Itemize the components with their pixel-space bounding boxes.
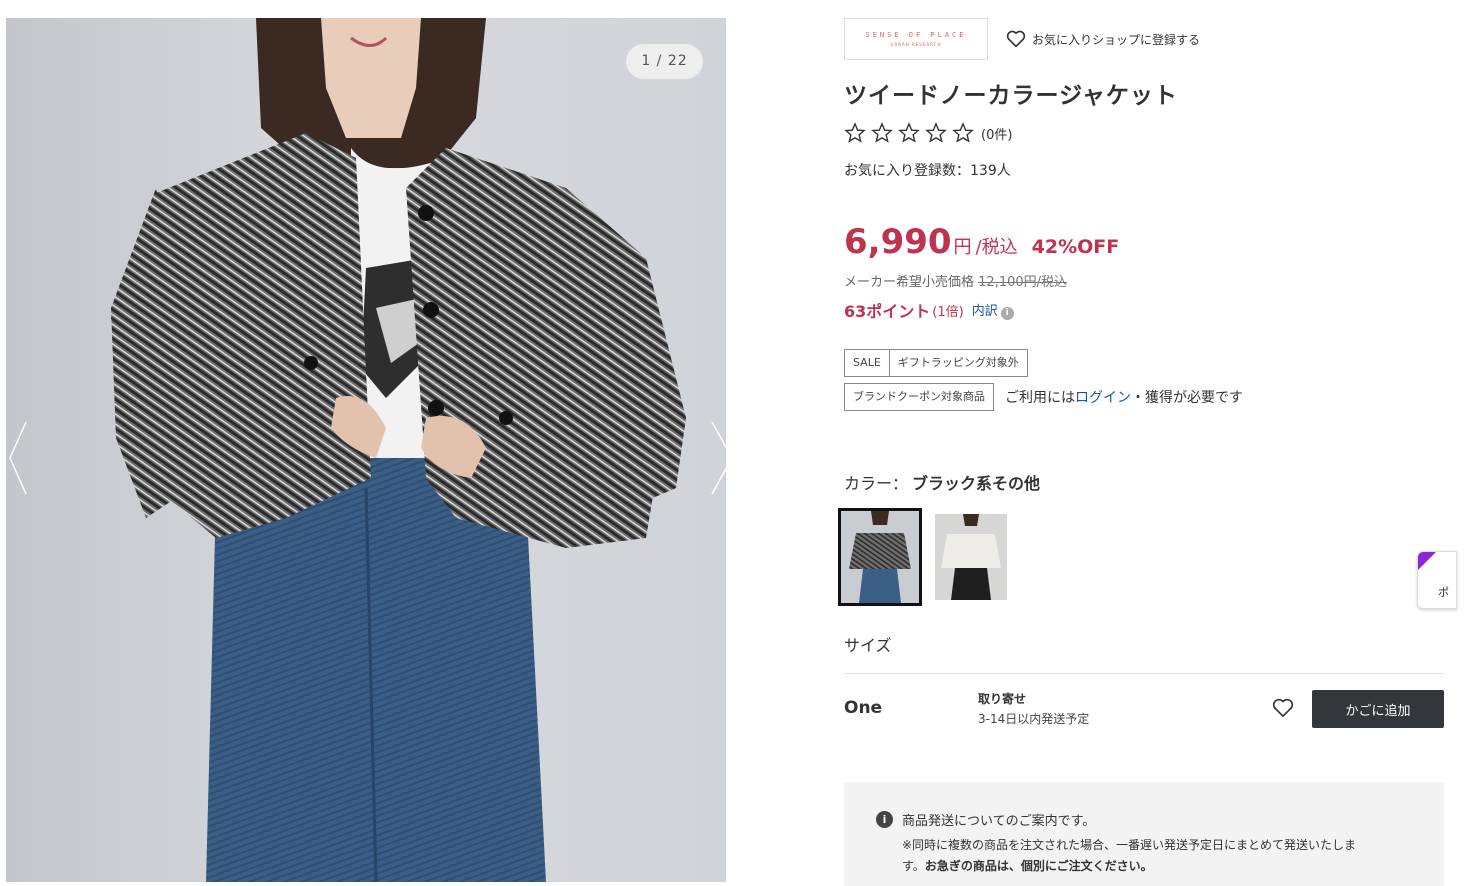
chevron-right-icon (711, 421, 726, 495)
notice-title-text: 商品発送についてのご案内です。 (902, 814, 1096, 829)
star-icon (871, 122, 893, 143)
sale-tag: SALE (844, 349, 890, 377)
side-widget-label: ポ (1438, 586, 1449, 599)
coupon-row: ブランドクーポン対象商品 ご利用にはログイン・獲得が必要です (844, 383, 1243, 411)
coupon-note-prefix: ご利用には (1005, 390, 1075, 406)
notice-line-2-prefix: す。 (902, 859, 925, 873)
coupon-note: ご利用にはログイン・獲得が必要です (1005, 387, 1243, 407)
notice-line-2-bold: お急ぎの商品は、個別にご注文ください。 (924, 859, 1153, 873)
star-rating (844, 122, 979, 144)
star-icon (952, 122, 974, 143)
size-label: サイズ (844, 636, 892, 655)
coupon-note-suffix: ・獲得が必要です (1131, 390, 1243, 406)
star-icon (844, 122, 866, 143)
image-counter: 1 / 22 (626, 44, 703, 79)
shipping-notice: i 商品発送についてのご案内です。 ※同時に複数の商品を注文された場合、一番遅い… (844, 782, 1444, 886)
add-to-cart-button[interactable]: かごに追加 (1312, 690, 1444, 728)
shipping-estimate: 3-14日以内発送予定 (978, 712, 1090, 726)
currency: 円 (953, 237, 972, 258)
msrp-value: 12,100円/税込 (978, 275, 1068, 290)
product-info: SENSE OF PLACE URBAN RESEARCH お気に入りショップに… (838, 18, 1444, 886)
previous-image-button[interactable] (6, 418, 36, 498)
product-photo (111, 18, 686, 882)
notice-line-1: ※同時に複数の商品を注文された場合、一番遅い発送予定日にまとめて発送いたしま (902, 838, 1357, 852)
favorite-item-button[interactable] (1272, 698, 1294, 722)
product-title: ツイードノーカラージャケット (844, 83, 1178, 109)
info-icon: i (876, 811, 893, 828)
favorite-count: お気に入り登録数：139人 (844, 163, 1011, 179)
notice-title: i 商品発送についてのご案内です。 (876, 810, 1412, 829)
rating[interactable]: (0件) (844, 122, 1012, 144)
msrp-label: メーカー希望小売価格 (844, 275, 975, 290)
brand-row: SENSE OF PLACE URBAN RESEARCH お気に入りショップに… (844, 18, 1444, 60)
brand-logo-subtext: URBAN RESEARCH (890, 42, 942, 47)
side-widget[interactable]: ポ (1417, 551, 1457, 609)
color-swatch-black[interactable] (838, 508, 922, 606)
color-label: カラー： ブラック系その他 (844, 470, 1040, 494)
points-row: 63ポイント (1倍) 内訳 i (844, 298, 1014, 322)
heart-icon (1006, 30, 1026, 48)
chevron-left-icon (9, 421, 27, 495)
points-detail-link[interactable]: 内訳 i (972, 300, 1014, 320)
next-image-button[interactable] (708, 418, 726, 498)
color-swatch-white[interactable] (935, 514, 1007, 600)
size-row: One 取り寄せ 3-14日以内発送予定 かごに追加 (844, 688, 1444, 730)
brand-coupon-tag: ブランドクーポン対象商品 (844, 383, 994, 411)
points: 63ポイント (844, 302, 931, 321)
points-multiplier: (1倍) (932, 304, 964, 320)
favorite-shop-label: お気に入りショップに登録する (1032, 32, 1201, 47)
color-label-prefix: カラー： (844, 474, 909, 493)
price-row: 6,990 円 /税込 42%OFF (844, 222, 1119, 262)
product-image-gallery[interactable]: 1 / 22 (6, 18, 726, 882)
favorite-shop-button[interactable]: お気に入りショップに登録する (1006, 30, 1200, 48)
info-icon: i (1000, 307, 1014, 320)
points-detail-label: 内訳 (971, 304, 998, 319)
star-icon (898, 122, 920, 143)
tax-label: /税込 (975, 237, 1018, 258)
brand-logo-text: SENSE OF PLACE (865, 31, 967, 39)
notice-body: ※同時に複数の商品を注文された場合、一番遅い発送予定日にまとめて発送いたしま す… (902, 835, 1412, 877)
divider (844, 673, 1444, 674)
star-icon (925, 122, 947, 143)
brand-logo[interactable]: SENSE OF PLACE URBAN RESEARCH (844, 18, 988, 60)
size-name: One (844, 698, 883, 718)
discount-rate: 42%OFF (1031, 236, 1120, 258)
stock-status: 取り寄せ (978, 692, 1027, 706)
gift-wrapping-tag: ギフトラッピング対象外 (889, 349, 1028, 377)
tag-list: SALE ギフトラッピング対象外 (844, 349, 1028, 377)
swatch-image-white (935, 514, 1007, 600)
review-count: (0件) (981, 127, 1013, 143)
selected-color: ブラック系その他 (912, 474, 1041, 493)
login-link[interactable]: ログイン (1075, 390, 1131, 406)
heart-icon (1272, 698, 1294, 717)
sale-price: 6,990 (844, 222, 952, 262)
widget-corner-decoration (1418, 552, 1436, 570)
swatch-image-black (841, 511, 919, 603)
msrp: メーカー希望小売価格 12,100円/税込 (844, 271, 1067, 290)
